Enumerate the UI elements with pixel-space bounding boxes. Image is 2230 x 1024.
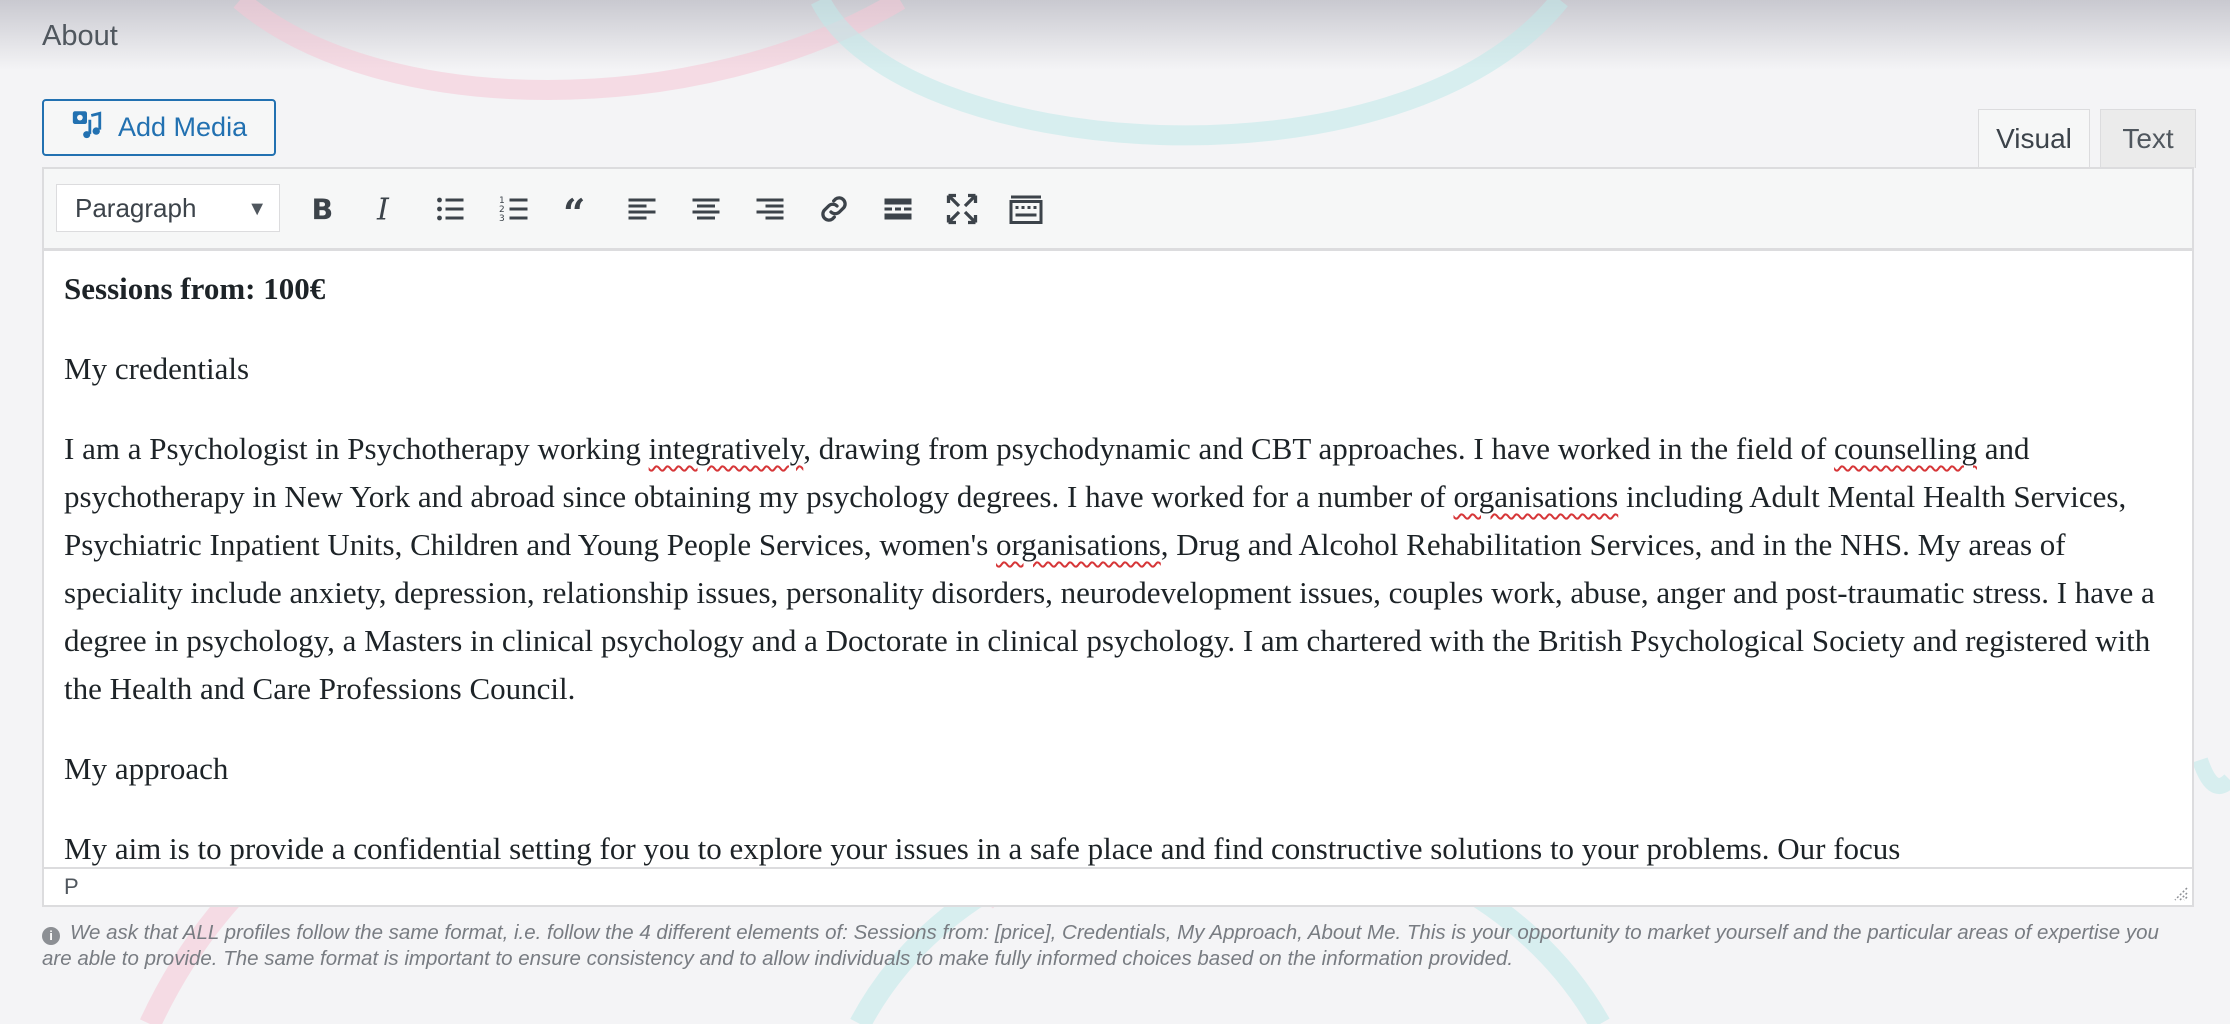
svg-text:3: 3 — [499, 214, 505, 224]
info-icon: i — [42, 927, 60, 945]
bold-button[interactable]: B — [298, 187, 346, 231]
media-icon — [70, 107, 104, 148]
format-select[interactable]: Paragraph ▼ — [56, 184, 280, 232]
svg-text:I: I — [376, 193, 390, 228]
blockquote-icon: “ — [563, 191, 585, 227]
misspelled-word[interactable]: organisations — [996, 527, 1161, 562]
editor-content[interactable]: Sessions from: 100€ My credentials I am … — [44, 251, 2192, 869]
numbered-list-button[interactable]: 1 2 3 — [490, 187, 538, 231]
svg-text:B: B — [312, 194, 334, 227]
toolbar-toggle-icon — [1009, 195, 1043, 224]
tab-text[interactable]: Text — [2100, 109, 2196, 168]
misspelled-word[interactable]: counselling — [1834, 431, 1977, 466]
add-media-label: Add Media — [118, 112, 248, 142]
misspelled-word[interactable]: organisations — [1453, 479, 1618, 514]
help-text: i We ask that ALL profiles follow the sam… — [42, 921, 2159, 970]
chevron-down-icon: ▼ — [247, 198, 267, 220]
blockquote-button[interactable]: “ — [554, 187, 602, 231]
read-more-button[interactable] — [874, 187, 922, 231]
bulleted-list-button[interactable] — [426, 187, 474, 231]
link-icon — [821, 196, 847, 222]
credentials-paragraph: I am a Psychologist in Psychotherapy wor… — [64, 431, 2155, 706]
align-center-button[interactable] — [682, 187, 730, 231]
resize-handle-icon[interactable] — [2170, 883, 2188, 901]
italic-icon: I — [376, 193, 390, 228]
approach-heading: My approach — [64, 751, 229, 786]
align-left-icon — [628, 198, 656, 220]
format-select-value: Paragraph — [75, 192, 197, 223]
tab-visual[interactable]: Visual — [1978, 109, 2090, 168]
editor-toolbar: Paragraph ▼ B I 1 2 3 “ — [44, 169, 2192, 251]
align-center-icon — [692, 198, 720, 220]
bold-icon: B — [312, 194, 334, 227]
sessions-paragraph: Sessions from: 100€ — [64, 271, 326, 306]
fullscreen-icon — [946, 193, 978, 225]
add-media-button[interactable]: Add Media — [42, 99, 276, 156]
fullscreen-button[interactable] — [938, 187, 986, 231]
numbered-list-icon: 1 2 3 — [499, 196, 528, 224]
element-path[interactable]: P — [64, 874, 79, 900]
italic-button[interactable]: I — [362, 187, 410, 231]
align-right-button[interactable] — [746, 187, 794, 231]
read-more-icon — [884, 198, 912, 220]
approach-paragraph: My aim is to provide a confidential sett… — [64, 831, 1901, 866]
editor-statusbar: P — [44, 867, 2192, 905]
section-label: About — [42, 20, 118, 52]
toolbar-toggle-button[interactable] — [1002, 187, 1050, 231]
align-left-button[interactable] — [618, 187, 666, 231]
editor: Paragraph ▼ B I 1 2 3 “ Sessions from: 1… — [42, 167, 2194, 907]
bulleted-list-icon — [437, 197, 464, 221]
credentials-heading: My credentials — [64, 351, 250, 386]
misspelled-word[interactable]: integratively — [649, 431, 804, 466]
link-button[interactable] — [810, 187, 858, 231]
align-right-icon — [756, 198, 784, 220]
svg-text:“: “ — [563, 191, 585, 227]
